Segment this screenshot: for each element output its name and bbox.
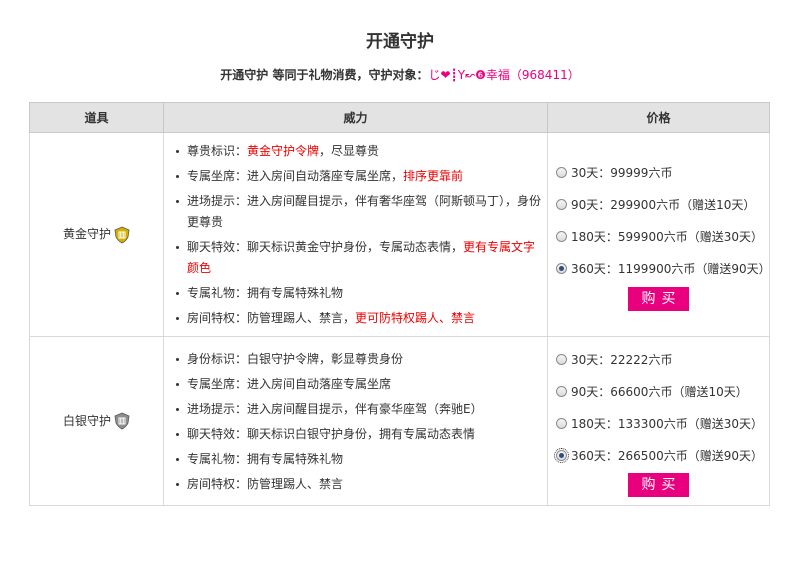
power-highlight: 更可防特权踢人、禁言	[355, 311, 476, 325]
item-name: 白银守护	[62, 413, 111, 428]
guard-table: 道具 威力 价格 黄金守护 尊贵标识：黄金守护令牌，尽显尊贵 专属坐席：进入房间自动…	[29, 102, 771, 506]
power-list: 尊贵标识：黄金守护令牌，尽显尊贵 专属坐席：进入房间自动落座专属坐席，排序更靠前进…	[164, 133, 547, 336]
price-label: 360天：266500六币（赠送90天）	[571, 448, 763, 463]
radio-button[interactable]	[556, 167, 567, 178]
power-item: 进场提示：进入房间醒目提示，伴有豪华座驾（奔驰E）	[174, 399, 547, 420]
price-label: 180天：133300六币（赠送30天）	[571, 416, 763, 431]
table-row: 白银守护 身份标识：白银守护令牌，彰显尊贵身份 专属坐席：进入房间自动落座专属坐席进…	[29, 336, 770, 506]
price-label: 30天：99999六币	[571, 166, 673, 180]
power-item: 专属坐席：进入房间自动落座专属坐席	[174, 374, 547, 395]
price-option[interactable]: 360天：266500六币（赠送90天）	[554, 439, 769, 471]
power-highlight: 黄金守护令牌	[247, 144, 320, 158]
power-text: 进入房间自动落座专属坐席，	[247, 169, 404, 183]
price-option[interactable]: 90天：66600六币（赠送10天）	[556, 375, 769, 407]
power-text: 防管理踢人、禁言	[247, 476, 344, 491]
buy-button[interactable]: 购买	[628, 473, 689, 497]
guard-badge-icon	[114, 226, 130, 244]
guard-badge-icon	[114, 412, 130, 430]
table-header-row: 道具 威力 价格	[29, 102, 770, 133]
price-option[interactable]: 30天：22222六币	[556, 343, 769, 375]
header-price: 价格	[547, 102, 770, 133]
power-label: 聊天特效：	[187, 426, 248, 441]
price-option[interactable]: 90天：299900六币（赠送10天）	[556, 189, 769, 221]
power-text: 拥有专属特殊礼物	[247, 286, 344, 300]
power-label: 房间特权：	[187, 476, 248, 491]
power-item: 聊天特效：聊天标识白银守护身份，拥有专属动态表情	[174, 424, 547, 445]
power-text: 防管理踢人、禁言，	[247, 311, 356, 325]
power-item: 进场提示：进入房间醒目提示，伴有奢华座驾（阿斯顿马丁），身份更尊贵	[174, 191, 547, 233]
power-text: 聊天标识白银守护身份，拥有专属动态表情	[247, 426, 476, 441]
price-label: 180天：599900六币（赠送30天）	[571, 230, 763, 244]
subtitle-prefix: 开通守护 等同于礼物消费，守护对象：	[220, 68, 429, 82]
power-label: 专属礼物：	[187, 451, 248, 466]
target-id: 968411	[521, 68, 568, 82]
target-name[interactable]: じ❤┋Y↜❻幸福	[428, 68, 509, 82]
power-item: 专属坐席：进入房间自动落座专属坐席，排序更靠前	[174, 166, 547, 187]
header-item: 道具	[29, 102, 164, 133]
price-option[interactable]: 180天：133300六币（赠送30天）	[556, 407, 769, 439]
power-text: 白银守护令牌，彰显尊贵身份	[247, 351, 404, 366]
power-item: 专属礼物：拥有专属特殊礼物	[174, 283, 547, 304]
price-cell: 30天：22222六币 90天：66600六币（赠送10天） 180天：133300…	[547, 336, 770, 506]
power-text: 聊天标识黄金守护身份，专属动态表情，	[247, 240, 464, 254]
item-cell: 黄金守护	[29, 132, 164, 337]
power-cell: 尊贵标识：黄金守护令牌，尽显尊贵 专属坐席：进入房间自动落座专属坐席，排序更靠前进…	[163, 132, 548, 337]
target-id-open: （	[509, 68, 522, 82]
power-label: 房间特权：	[187, 311, 248, 325]
power-label: 进场提示：	[187, 401, 248, 416]
power-highlight: 排序更靠前	[403, 169, 464, 183]
radio-button[interactable]	[556, 231, 567, 242]
price-cell: 30天：99999六币 90天：299900六币（赠送10天） 180天：59990…	[547, 132, 771, 337]
power-label: 专属坐席：	[187, 169, 248, 183]
power-item: 房间特权：防管理踢人、禁言，更可防特权踢人、禁言	[174, 308, 547, 329]
item-name: 黄金守护	[62, 227, 111, 242]
price-label: 30天：22222六币	[571, 352, 673, 367]
power-text: ，尽显尊贵	[319, 144, 380, 158]
buy-button[interactable]: 购买	[628, 286, 689, 311]
power-item: 尊贵标识：黄金守护令牌，尽显尊贵	[174, 141, 547, 162]
page-title: 开通守护	[366, 32, 434, 52]
power-label: 进场提示：	[187, 194, 248, 208]
item-cell: 白银守护	[29, 336, 164, 506]
power-label: 身份标识：	[187, 351, 248, 366]
radio-button[interactable]	[556, 263, 567, 274]
power-item: 房间特权：防管理踢人、禁言	[174, 474, 547, 495]
power-label: 聊天特效：	[187, 240, 248, 254]
price-option[interactable]: 30天：99999六币	[556, 157, 769, 189]
radio-button[interactable]	[556, 385, 567, 397]
header-power: 威力	[163, 102, 548, 133]
price-label: 90天：66600六币（赠送10天）	[571, 384, 748, 399]
radio-button[interactable]	[556, 417, 567, 429]
price-options: 30天：99999六币 90天：299900六币（赠送10天） 180天：59990…	[548, 151, 771, 285]
table-row: 黄金守护 尊贵标识：黄金守护令牌，尽显尊贵 专属坐席：进入房间自动落座专属坐席，排序…	[29, 132, 771, 337]
radio-button[interactable]	[556, 353, 567, 365]
subtitle: 开通守护 等同于礼物消费，守护对象：じ❤┋Y↜❻幸福（968411）	[0, 66, 800, 83]
target-id-close: ）	[567, 68, 580, 82]
radio-button[interactable]	[554, 447, 569, 463]
price-label: 360天：1199900六币（赠送90天）	[571, 262, 771, 276]
price-options: 30天：22222六币 90天：66600六币（赠送10天） 180天：133300…	[548, 337, 769, 471]
power-cell: 身份标识：白银守护令牌，彰显尊贵身份 专属坐席：进入房间自动落座专属坐席 进场提示：…	[163, 336, 548, 506]
radio-button[interactable]	[556, 199, 567, 210]
power-item: 身份标识：白银守护令牌，彰显尊贵身份	[174, 349, 547, 370]
power-text: 拥有专属特殊礼物	[247, 451, 344, 466]
price-option[interactable]: 180天：599900六币（赠送30天）	[556, 221, 769, 253]
price-option[interactable]: 360天：1199900六币（赠送90天）	[556, 253, 771, 285]
power-label: 专属礼物：	[187, 286, 248, 300]
power-item: 专属礼物：拥有专属特殊礼物	[174, 449, 547, 470]
power-list: 身份标识：白银守护令牌，彰显尊贵身份 专属坐席：进入房间自动落座专属坐席 进场提示：…	[164, 341, 547, 502]
power-text: 进入房间醒目提示，伴有豪华座驾（奔驰E）	[247, 401, 483, 416]
power-label: 尊贵标识：	[187, 144, 248, 158]
power-item: 聊天特效：聊天标识黄金守护身份，专属动态表情，更有专属文字颜色	[174, 237, 547, 279]
power-label: 专属坐席：	[187, 376, 248, 391]
power-text: 进入房间自动落座专属坐席	[247, 376, 392, 391]
price-label: 90天：299900六币（赠送10天）	[571, 198, 756, 212]
